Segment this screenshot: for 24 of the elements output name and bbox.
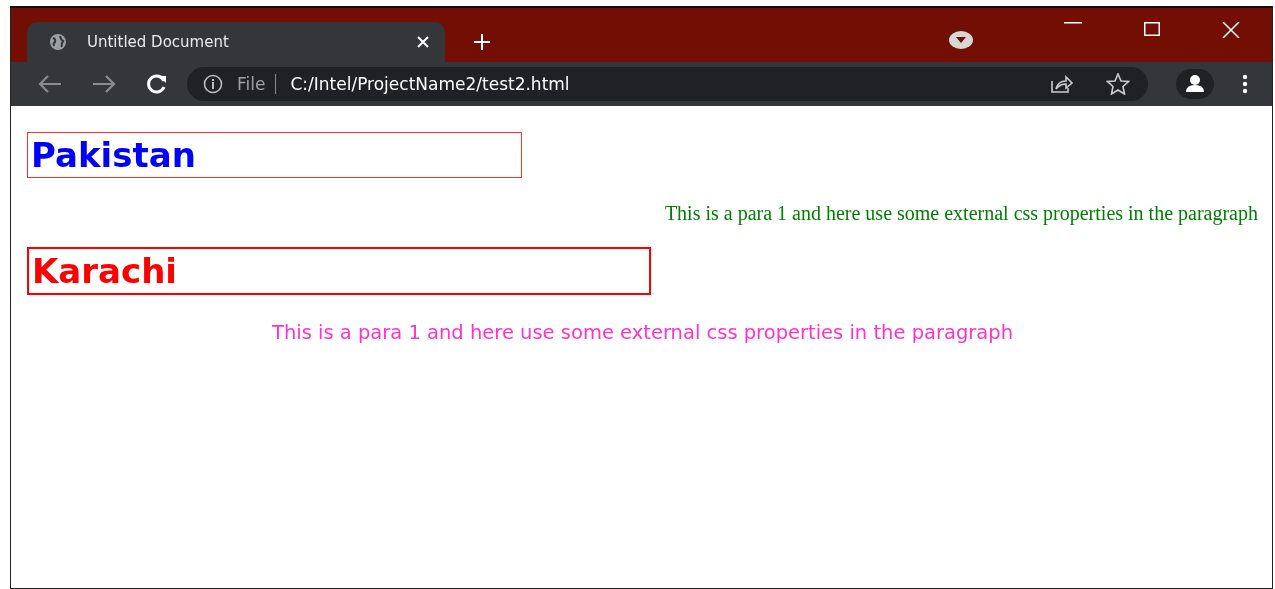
menu-icon[interactable] <box>1242 74 1248 94</box>
browser-tab[interactable]: Untitled Document <box>27 22 445 62</box>
tab-search-icon[interactable] <box>949 31 973 49</box>
page-heading: Pakistan <box>27 132 522 178</box>
url-text: C:/Intel/ProjectName2/test2.html <box>290 74 570 94</box>
maximize-icon[interactable] <box>1144 22 1160 36</box>
address-bar[interactable]: File C:/Intel/ProjectName2/test2.html <box>187 67 1148 101</box>
back-icon[interactable] <box>37 74 63 94</box>
share-icon[interactable] <box>1050 74 1074 94</box>
scheme-label: File <box>237 74 266 94</box>
page-heading: Karachi <box>27 247 651 295</box>
reload-icon[interactable] <box>145 73 169 95</box>
close-icon[interactable] <box>1222 22 1240 38</box>
tab-title: Untitled Document <box>87 33 230 51</box>
star-icon[interactable] <box>1106 73 1130 95</box>
paragraph: This is a para 1 and here use some external css properties in the paragraph <box>271 321 1014 344</box>
new-tab-icon[interactable] <box>473 33 491 51</box>
minimize-icon[interactable] <box>1064 22 1082 24</box>
forward-icon[interactable] <box>91 74 117 94</box>
profile-icon[interactable] <box>1176 69 1214 99</box>
paragraph: This is a para 1 and here use some external css properties in the paragraph <box>663 202 1258 225</box>
globe-icon <box>49 33 67 51</box>
info-icon <box>203 74 223 94</box>
close-tab-icon[interactable] <box>417 36 429 48</box>
